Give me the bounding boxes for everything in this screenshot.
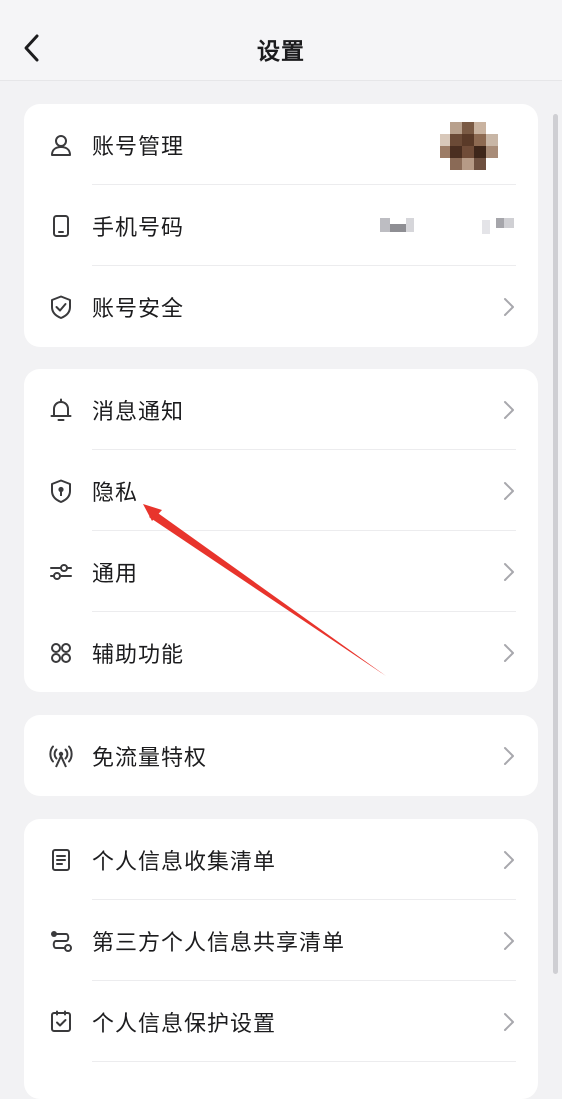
settings-group-account: 账号管理 手机号码 账号安全 — [24, 104, 538, 347]
row-label: 个人信息保护设置 — [92, 1011, 277, 1037]
scrollbar[interactable] — [553, 114, 558, 974]
masked-phone-value — [378, 214, 518, 238]
phone-icon — [48, 213, 74, 239]
nav-bar: 设置 — [0, 0, 562, 81]
settings-row-phone-number[interactable]: 手机号码 — [24, 185, 538, 266]
divider — [92, 1061, 516, 1062]
chevron-right-icon — [504, 400, 514, 419]
settings-row-info-protection-settings[interactable]: 个人信息保护设置 — [24, 981, 538, 1062]
settings-row-accessibility[interactable]: 辅助功能 — [24, 612, 538, 692]
row-label: 账号管理 — [92, 134, 185, 160]
avatar[interactable] — [440, 115, 498, 174]
settings-group-data: 免流量特权 — [24, 715, 538, 796]
chevron-right-icon — [504, 850, 514, 869]
settings-row-third-party-sharing-list[interactable]: 第三方个人信息共享清单 — [24, 900, 538, 981]
sliders-icon — [48, 559, 74, 585]
settings-row-free-data[interactable]: 免流量特权 — [24, 715, 538, 796]
settings-row-privacy[interactable]: 隐私 — [24, 450, 538, 531]
row-label: 辅助功能 — [92, 642, 185, 668]
chevron-right-icon — [504, 643, 514, 662]
chevron-right-icon — [504, 481, 514, 500]
row-label: 消息通知 — [92, 399, 185, 425]
settings-row-info-collection-list[interactable]: 个人信息收集清单 — [24, 819, 538, 900]
chevron-right-icon — [504, 297, 514, 316]
row-label: 通用 — [92, 561, 139, 587]
settings-row-account-security[interactable]: 账号安全 — [24, 266, 538, 347]
row-label: 个人信息收集清单 — [92, 849, 277, 875]
checkbox-doc-icon — [48, 1009, 74, 1035]
privacy-shield-icon — [48, 478, 74, 504]
row-label: 隐私 — [92, 480, 139, 506]
row-label: 免流量特权 — [92, 745, 208, 771]
settings-row-general[interactable]: 通用 — [24, 531, 538, 612]
shield-check-icon — [48, 294, 74, 320]
document-list-icon — [48, 847, 74, 873]
chevron-right-icon — [504, 562, 514, 581]
row-label: 第三方个人信息共享清单 — [92, 930, 346, 956]
settings-group-personal-info: 个人信息收集清单 第三方个人信息共享清单 个人信息保护设置 — [24, 819, 538, 1099]
share-flow-icon — [48, 928, 74, 954]
chevron-right-icon — [504, 931, 514, 950]
settings-row-notifications[interactable]: 消息通知 — [24, 369, 538, 450]
grid-icon — [48, 640, 74, 666]
page-title: 设置 — [257, 39, 305, 65]
row-label: 手机号码 — [92, 215, 185, 241]
bell-icon — [48, 397, 74, 423]
row-label: 账号安全 — [92, 296, 185, 322]
settings-group-general: 消息通知 隐私 通用 辅助功能 — [24, 369, 538, 692]
settings-row-account-management[interactable]: 账号管理 — [24, 104, 538, 185]
chevron-right-icon — [504, 746, 514, 765]
signal-tower-icon — [48, 743, 74, 769]
chevron-right-icon — [504, 1012, 514, 1031]
user-icon — [48, 132, 74, 158]
